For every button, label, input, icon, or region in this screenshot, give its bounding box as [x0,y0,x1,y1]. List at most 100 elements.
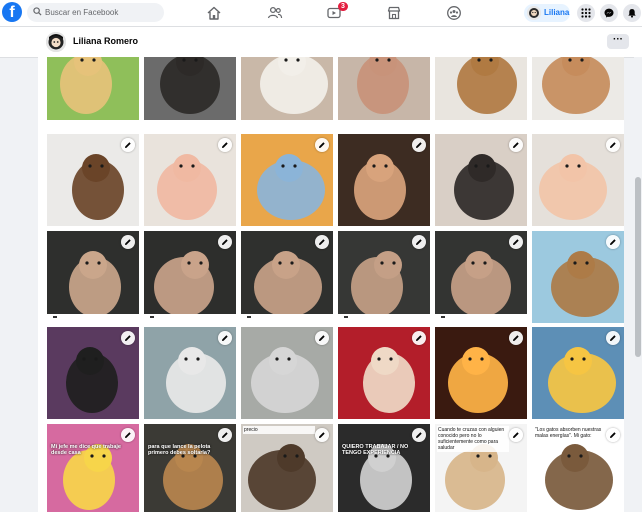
edit-photo-button[interactable] [315,138,329,152]
photo-poodle-red[interactable] [338,327,430,419]
pencil-icon [222,142,228,148]
edit-photo-button[interactable] [121,138,135,152]
photo-woman-mask-4[interactable] [338,231,430,323]
photo-candles-wine[interactable] [435,327,527,419]
search-input[interactable] [45,4,160,21]
search-box[interactable] [27,3,164,22]
photo-cat-dog-meme[interactable]: Cuando te cruzas con alguien conocido pe… [435,424,527,512]
edit-photo-button[interactable] [606,138,620,152]
logo-strip [338,314,430,323]
notifications-button[interactable] [623,4,641,22]
pencil-icon [125,432,131,438]
avatar [527,6,541,20]
photo-fluffy-puppy[interactable] [241,57,333,120]
photo-baby-dog-couch[interactable] [338,134,430,226]
edit-photo-button[interactable] [412,331,426,345]
photo-woman-mask-2[interactable] [144,231,236,323]
marketplace-icon[interactable] [386,5,402,21]
logo-strip [435,314,527,323]
edit-photo-button[interactable] [121,235,135,249]
logo-strip [144,314,236,323]
photo-beer-cartoon[interactable] [532,327,624,419]
logo-strip [241,314,333,323]
edit-photo-button[interactable] [412,428,426,442]
edit-photo-button[interactable] [606,331,620,345]
meme-text: para que lance la pelota primero debes s… [148,444,211,456]
photo-faceshield-dog[interactable] [532,231,624,323]
pencil-icon [513,335,519,341]
pencil-icon [125,335,131,341]
facebook-logo-icon[interactable]: f [2,2,22,22]
menu-button[interactable] [577,4,595,22]
photo-cats-meme[interactable]: "Los gatos absorben nuestras malas energ… [532,424,624,512]
edit-photo-button[interactable] [218,235,232,249]
photo-woman-mask-5[interactable] [435,231,527,323]
edit-photo-button[interactable] [606,235,620,249]
profile-header: Liliana Romero ··· [0,27,642,58]
edit-photo-button[interactable] [218,138,232,152]
profile-name[interactable]: Liliana Romero [73,36,138,46]
edit-photo-button[interactable] [509,331,523,345]
edit-photo-button[interactable] [509,138,523,152]
home-icon[interactable] [206,5,222,21]
logo-mark [441,316,445,318]
pencil-icon [222,239,228,245]
edit-photo-button[interactable] [315,331,329,345]
logo-mark [344,316,348,318]
photo-masked-face[interactable] [47,327,139,419]
friends-icon[interactable] [267,5,283,21]
edit-photo-button[interactable] [606,428,620,442]
edit-photo-button[interactable] [509,428,523,442]
search-icon [33,7,42,16]
photo-office-meme[interactable]: QUIERO TRABAJAR / NO TENGO EXPERIENCIA [338,424,430,512]
photo-golden-puppy[interactable] [47,57,139,120]
photo-caption: precio [243,426,315,434]
edit-photo-button[interactable] [121,428,135,442]
pencil-icon [222,335,228,341]
photo-woman-mask-3[interactable] [241,231,333,323]
photo-woman-mask-1[interactable] [47,231,139,323]
meme-text: QUIERO TRABAJAR / NO TENGO EXPERIENCIA [342,444,409,456]
edit-photo-button[interactable] [315,428,329,442]
profile-shortcut[interactable]: Liliana [524,4,570,22]
photo-baby-puppy[interactable] [144,134,236,226]
photo-dog-car[interactable]: precio [241,424,333,512]
edit-photo-button[interactable] [218,428,232,442]
photo-baby-kitten[interactable] [435,134,527,226]
photo-faceshield-man-2[interactable] [241,327,333,419]
photo-faceshield-man[interactable] [144,327,236,419]
photo-brown-fluffy-dog[interactable] [435,57,527,120]
pencil-icon [319,239,325,245]
photo-pug-tongue[interactable] [144,57,236,120]
page-scrollbar[interactable] [634,57,642,512]
edit-photo-button[interactable] [218,331,232,345]
edit-photo-button[interactable] [412,138,426,152]
pencil-icon [319,432,325,438]
photo-ball-meme[interactable]: para que lance la pelota primero debes s… [144,424,236,512]
edit-photo-button[interactable] [315,235,329,249]
bell-icon [628,9,636,18]
groups-icon[interactable] [446,5,462,21]
more-options-button[interactable]: ··· [607,34,629,49]
pencil-icon [513,432,519,438]
messenger-icon [604,8,614,18]
pencil-icon [416,335,422,341]
pencil-icon [610,335,616,341]
pencil-icon [416,239,422,245]
edit-photo-button[interactable] [509,235,523,249]
messenger-button[interactable] [600,4,618,22]
photo-baby-dog-sunset[interactable] [241,134,333,226]
photo-teddy-dog[interactable] [47,134,139,226]
photo-poodle-puppy[interactable] [532,57,624,120]
pencil-icon [610,142,616,148]
logo-mark [150,316,154,318]
scrollbar-thumb[interactable] [635,177,641,357]
edit-photo-button[interactable] [412,235,426,249]
profile-avatar[interactable] [46,32,66,52]
edit-photo-button[interactable] [121,331,135,345]
photo-simpsons-meme[interactable]: Mi jefe me dice que trabaje desde casa [47,424,139,512]
meme-text: Mi jefe me dice que trabaje desde casa [51,444,121,456]
photo-teddy-pair[interactable] [338,57,430,120]
photo-baby-puppy-2[interactable] [532,134,624,226]
pencil-icon [319,335,325,341]
